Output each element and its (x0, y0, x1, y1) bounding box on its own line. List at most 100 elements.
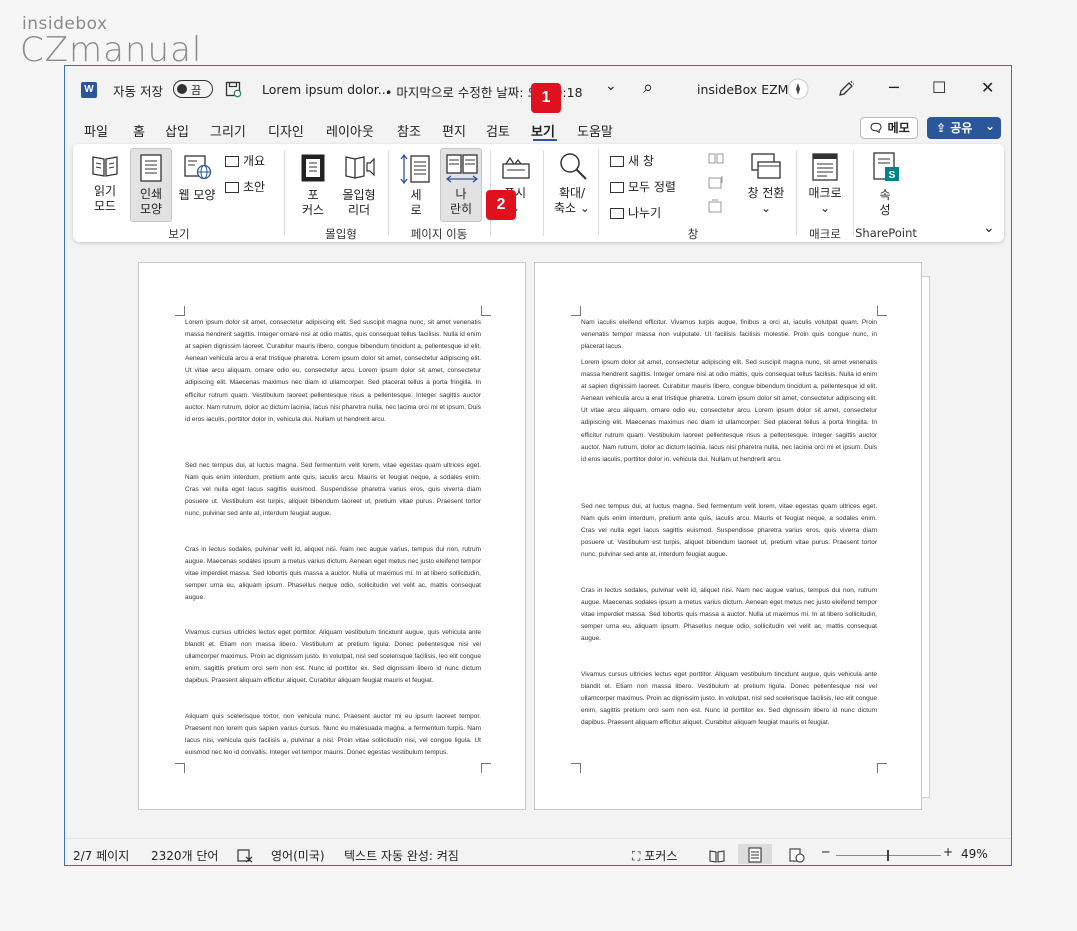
focus-mode-icon: ⛶ (632, 849, 641, 863)
paragraph: Vivamus cursus ultricies lectus eget por… (185, 629, 481, 685)
print-layout-button[interactable]: 인쇄 모양 (130, 148, 172, 222)
share-icon: ⇪ (936, 121, 947, 135)
tab-mailings[interactable]: 편지 (442, 121, 466, 140)
search-icon[interactable]: ⌕ (643, 77, 653, 98)
zoom-out-button[interactable]: ─ (822, 845, 829, 859)
minimize-button[interactable]: ─ (889, 78, 899, 97)
book-icon (92, 156, 118, 177)
paragraph: Cras in lectus sodales, pulvinar velit i… (185, 546, 481, 602)
group-label-immersive: 몰입형 (325, 227, 357, 241)
paragraph: Lorem ipsum dolor sit amet, consectetur … (581, 359, 877, 463)
web-globe-icon (184, 155, 212, 180)
switch-window-icon (751, 153, 781, 179)
outline-label: 개요 (243, 154, 266, 168)
zoom-label-1: 확대/ (558, 186, 586, 200)
tab-review[interactable]: 검토 (486, 121, 510, 140)
print-layout-status-icon[interactable] (748, 847, 762, 863)
arrange-all-button[interactable]: 모두 정렬 (610, 178, 676, 195)
read-mode-label-2: 모드 (93, 199, 117, 213)
focus-button[interactable]: 포 커스 (295, 150, 331, 217)
focus-label-2: 커스 (301, 203, 325, 217)
proofing-icon[interactable] (237, 849, 253, 863)
page-count[interactable]: 2/7 페이지 (73, 847, 129, 864)
tab-layout[interactable]: 레이아웃 (326, 121, 374, 140)
zoom-button[interactable]: 확대/ 축소 ⌄ (549, 150, 595, 216)
group-label-macros: 매크로 (809, 227, 841, 241)
draft-button[interactable]: 초안 (225, 178, 265, 195)
avatar[interactable] (787, 78, 809, 100)
side-by-side-button[interactable]: 나 란히 (440, 148, 482, 222)
macros-icon (812, 153, 838, 181)
share-chevron-icon[interactable]: ⌄ (985, 115, 995, 137)
pen-icon[interactable] (837, 80, 855, 98)
immersive-reader-label-1: 몰입형 (342, 188, 376, 202)
autosave-toggle[interactable]: 끔 (173, 80, 213, 98)
draft-icon (225, 182, 239, 193)
crop-mark (571, 763, 581, 773)
vertical-pages-icon (400, 154, 430, 184)
word-app-icon: W (81, 82, 97, 98)
vertical-page-button[interactable]: 세 로 (397, 150, 435, 217)
comments-button[interactable]: 🗨 메모 (860, 117, 918, 139)
document-title[interactable]: Lorem ipsum dolor... (262, 82, 390, 97)
switch-window-button[interactable]: 창 전환 ⌄ (741, 150, 791, 216)
close-button[interactable]: ✕ (981, 78, 994, 97)
zoom-slider-thumb[interactable] (887, 850, 889, 861)
crop-mark (877, 306, 887, 316)
ribbon-separator (796, 150, 797, 236)
title-chevron-icon[interactable]: ⌄ (605, 78, 617, 94)
tab-file[interactable]: 파일 (84, 121, 108, 140)
macros-label: 매크로 (808, 186, 842, 200)
window-sync-icons[interactable] (707, 152, 727, 218)
outline-button[interactable]: 개요 (225, 152, 265, 169)
collapse-ribbon-icon[interactable]: ⌄ (983, 220, 995, 236)
split-label: 나누기 (628, 206, 662, 220)
web-layout-button[interactable]: 웹 모양 (173, 150, 221, 210)
crop-mark (571, 306, 581, 316)
group-label-view: 보기 (168, 227, 190, 241)
tab-references[interactable]: 참조 (397, 121, 421, 140)
new-window-button[interactable]: 새 창 (610, 152, 654, 169)
paragraph: Sed nec tempus dui, at luctus magna. Sed… (581, 503, 877, 559)
show-icon (502, 156, 530, 179)
print-layout-label-2: 모양 (139, 202, 163, 216)
macros-button[interactable]: 매크로 ⌄ (801, 150, 849, 216)
zoom-label-2: 축소 ⌄ (554, 201, 590, 215)
tab-design[interactable]: 디자인 (268, 121, 304, 140)
share-button[interactable]: ⇪ 공유 ⌄ (927, 117, 1001, 139)
focus-mode-button[interactable]: ⛶ 포커스 (632, 847, 677, 864)
crop-mark (877, 763, 887, 773)
paragraph: Vivamus cursus ultricies lectus eget por… (581, 671, 877, 727)
tab-view[interactable]: 보기 (531, 121, 555, 140)
crop-mark (481, 306, 491, 316)
tab-draw[interactable]: 그리기 (210, 121, 246, 140)
save-icon[interactable] (225, 81, 242, 98)
paragraph: Lorem ipsum dolor sit amet, consectetur … (185, 319, 481, 423)
split-icon (610, 208, 624, 219)
split-button[interactable]: 나누기 (610, 204, 661, 221)
immersive-reader-button[interactable]: 몰입형 리더 (335, 150, 383, 217)
tab-help[interactable]: 도움말 (577, 121, 613, 140)
text-prediction[interactable]: 텍스트 자동 완성: 켜짐 (344, 847, 459, 864)
switch-window-label: 창 전환 (747, 186, 785, 200)
properties-button[interactable]: S 속 성 (859, 150, 911, 217)
autosave-label: 자동 저장 (113, 84, 163, 99)
vertical-label-1: 세 (410, 188, 422, 202)
tab-insert[interactable]: 삽입 (165, 121, 189, 140)
web-layout-status-icon[interactable] (789, 848, 805, 863)
read-mode-status-icon[interactable] (709, 849, 725, 863)
tab-home[interactable]: 홈 (133, 121, 145, 140)
word-count[interactable]: 2320개 단어 (151, 847, 218, 864)
maximize-button[interactable]: ☐ (932, 78, 946, 97)
user-name[interactable]: insideBox EZM (697, 82, 788, 97)
zoom-level[interactable]: 49% (961, 847, 988, 861)
focus-label-1: 포 (307, 188, 319, 202)
zoom-in-button[interactable]: + (943, 845, 953, 859)
watermark-logo-main: CZmanual (20, 30, 203, 70)
comments-label: 메모 (887, 121, 910, 135)
document-page-left[interactable]: Lorem ipsum dolor sit amet, consectetur … (138, 262, 526, 810)
language[interactable]: 영어(미국) (271, 847, 325, 864)
crop-mark (175, 763, 185, 773)
read-mode-button[interactable]: 읽기 모드 (83, 150, 127, 216)
document-page-right[interactable]: Nam iaculis eleifend efficitur. Vivamus … (534, 262, 922, 810)
